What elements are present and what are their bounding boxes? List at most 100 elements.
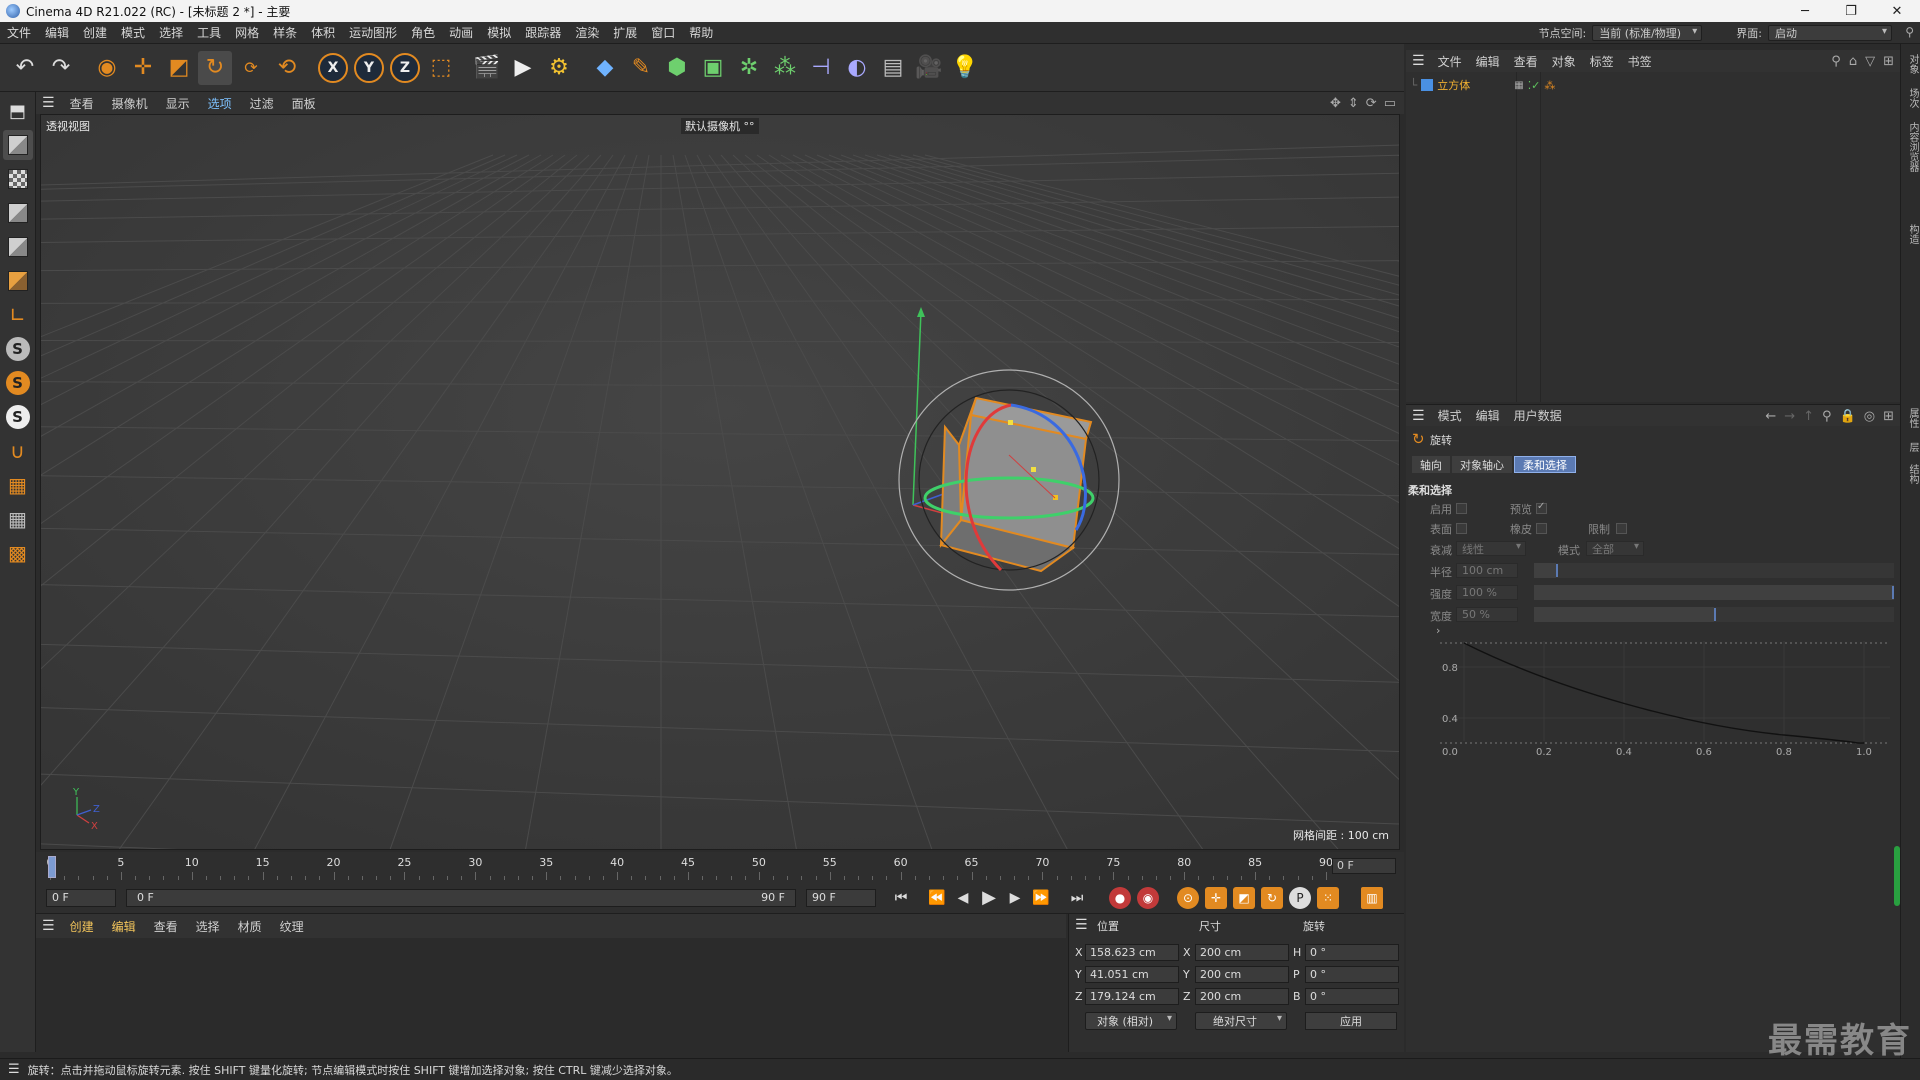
- subdivision-button[interactable]: ⬢: [660, 51, 694, 85]
- menu-window[interactable]: 窗口: [644, 24, 682, 41]
- width-slider[interactable]: [1534, 607, 1894, 622]
- polygons-mode-button[interactable]: [3, 266, 33, 296]
- menu-animate[interactable]: 动画: [442, 24, 480, 41]
- go-to-start-button[interactable]: ⏮: [888, 886, 914, 910]
- scale-key-button[interactable]: ◩: [1233, 886, 1255, 909]
- rubber-checkbox[interactable]: [1536, 523, 1547, 534]
- close-button[interactable]: ✕: [1874, 0, 1920, 22]
- live-select-button[interactable]: ◉: [90, 51, 124, 85]
- menu-select[interactable]: 选择: [152, 24, 190, 41]
- coordinate-system-button[interactable]: ⬚: [424, 51, 458, 85]
- position-key-button[interactable]: ✛: [1205, 886, 1227, 909]
- locked-workplane-button[interactable]: ▦: [3, 504, 33, 534]
- mode-dropdown[interactable]: 全部: [1586, 541, 1644, 556]
- strength-slider-handle[interactable]: [1892, 586, 1894, 599]
- rotation-b-field[interactable]: 0 °: [1305, 988, 1399, 1005]
- points-mode-button[interactable]: [3, 198, 33, 228]
- menu-volume[interactable]: 体积: [304, 24, 342, 41]
- mograph-button[interactable]: ⁂: [768, 51, 802, 85]
- visibility-dots-icon[interactable]: ▦: [1514, 80, 1523, 91]
- prev-frame-button[interactable]: ◀: [950, 886, 976, 910]
- axis-mode-button[interactable]: ∟: [3, 300, 33, 330]
- perspective-viewport[interactable]: Y Z X 透视视图 默认摄像机 °° 网格间距 : 100 cm: [40, 114, 1400, 850]
- menu-simulate[interactable]: 模拟: [480, 24, 518, 41]
- render-settings-button[interactable]: ⚙: [542, 51, 576, 85]
- texture-mode-button[interactable]: [3, 164, 33, 194]
- sidebar-tab-takes[interactable]: 场次: [1905, 88, 1920, 108]
- viewport-menu-panel[interactable]: 面板: [283, 95, 325, 112]
- timeline-current-frame-field[interactable]: 0 F: [1332, 858, 1396, 874]
- dolly-icon[interactable]: ⇕: [1348, 96, 1359, 111]
- coord-hamburger-icon[interactable]: ☰: [1075, 917, 1088, 933]
- max-frame-field[interactable]: 90 F: [806, 888, 876, 907]
- viewport-menu-view[interactable]: 查看: [61, 95, 103, 112]
- strength-slider[interactable]: [1534, 585, 1894, 600]
- material-tag-icon[interactable]: ⁂: [1544, 79, 1555, 92]
- play-button[interactable]: ▶: [976, 886, 1002, 910]
- sidebar-tab-attributes[interactable]: 属性: [1905, 408, 1920, 428]
- object-home-icon[interactable]: ⌂: [1849, 54, 1857, 69]
- redo-button[interactable]: ↷: [44, 51, 78, 85]
- material-menu-edit[interactable]: 编辑: [103, 918, 145, 935]
- falloff-curve-graph[interactable]: 0.8 0.4 0.0 0.2 0.4 0.6 0.8 1.0: [1440, 631, 1890, 761]
- tab-axis[interactable]: 轴向: [1412, 456, 1450, 473]
- hamburger-icon[interactable]: ☰: [36, 95, 61, 111]
- material-menu-texture[interactable]: 纹理: [271, 918, 313, 935]
- sidebar-tab-objects[interactable]: 对象: [1905, 54, 1920, 74]
- current-frame-field[interactable]: 0 F: [46, 888, 116, 907]
- menu-mode[interactable]: 模式: [114, 24, 152, 41]
- restrict-checkbox[interactable]: [1616, 523, 1627, 534]
- y-axis-lock-button[interactable]: Y: [352, 51, 386, 85]
- menu-file[interactable]: 文件: [0, 24, 38, 41]
- workplane-button[interactable]: ▦: [3, 470, 33, 500]
- sidebar-tab-content-browser[interactable]: 内容浏览器: [1905, 122, 1920, 172]
- cloner-button[interactable]: ✲: [732, 51, 766, 85]
- playhead-marker[interactable]: [48, 856, 56, 878]
- position-x-field[interactable]: 158.623 cm: [1085, 944, 1179, 961]
- object-new-window-icon[interactable]: ⊞: [1883, 54, 1894, 69]
- viewport-menu-options[interactable]: 选项: [199, 95, 241, 112]
- object-menu-objects[interactable]: 对象: [1545, 53, 1583, 70]
- material-menu-material[interactable]: 材质: [229, 918, 271, 935]
- autokey-button[interactable]: ◉: [1137, 886, 1159, 909]
- layout-dropdown[interactable]: 启动: [1768, 25, 1892, 41]
- snap-button[interactable]: S: [3, 334, 33, 364]
- recent-tool-button[interactable]: ⟲: [270, 51, 304, 85]
- sidebar-tab-structure[interactable]: 构造: [1905, 224, 1920, 244]
- cube-primitive-button[interactable]: ◆: [588, 51, 622, 85]
- material-menu-select[interactable]: 选择: [187, 918, 229, 935]
- size-z-field[interactable]: 200 cm: [1195, 988, 1289, 1005]
- orbit-icon[interactable]: ⟳: [1366, 96, 1377, 111]
- radius-field[interactable]: 100 cm: [1456, 563, 1518, 578]
- object-menu-file[interactable]: 文件: [1431, 53, 1469, 70]
- object-menu-edit[interactable]: 编辑: [1469, 53, 1507, 70]
- viewport-camera-name[interactable]: 默认摄像机 °°: [681, 118, 759, 134]
- menu-spline[interactable]: 样条: [266, 24, 304, 41]
- timeline-ruler[interactable]: 051015202530354045505560657075808590 0 F: [36, 852, 1404, 882]
- preview-checkbox[interactable]: [1536, 501, 1547, 514]
- viewport-menu-cameras[interactable]: 摄像机: [103, 95, 157, 112]
- object-search-icon[interactable]: ⚲: [1831, 54, 1841, 69]
- floor-button[interactable]: ▤: [876, 51, 910, 85]
- go-to-end-button[interactable]: ⏭: [1064, 886, 1090, 910]
- object-menu-tags[interactable]: 标签: [1583, 53, 1621, 70]
- pan-icon[interactable]: ✥: [1330, 96, 1341, 111]
- record-active-objects-button[interactable]: ●: [1109, 886, 1131, 909]
- enabled-check-icon[interactable]: ⁚✓: [1528, 79, 1541, 92]
- tab-soft-selection[interactable]: 柔和选择: [1514, 456, 1576, 473]
- object-hamburger-icon[interactable]: ☰: [1406, 53, 1431, 69]
- position-z-field[interactable]: 179.124 cm: [1085, 988, 1179, 1005]
- search-icon[interactable]: ⚲: [1905, 25, 1914, 39]
- menu-tools[interactable]: 工具: [190, 24, 228, 41]
- node-space-dropdown[interactable]: 当前 (标准/物理): [1592, 25, 1703, 41]
- enable-checkbox[interactable]: [1456, 503, 1467, 514]
- planar-workplane-button[interactable]: ▩: [3, 538, 33, 568]
- target-icon[interactable]: ◎: [1864, 409, 1875, 424]
- material-list-area[interactable]: [36, 938, 1066, 1052]
- rotation-h-field[interactable]: 0 °: [1305, 944, 1399, 961]
- forward-arrow-icon[interactable]: →: [1784, 409, 1795, 424]
- attribute-hamburger-icon[interactable]: ☰: [1406, 408, 1431, 424]
- tab-object-axis[interactable]: 对象轴心: [1452, 456, 1512, 473]
- undo-button[interactable]: ↶: [8, 51, 42, 85]
- next-frame-button[interactable]: ▶: [1002, 886, 1028, 910]
